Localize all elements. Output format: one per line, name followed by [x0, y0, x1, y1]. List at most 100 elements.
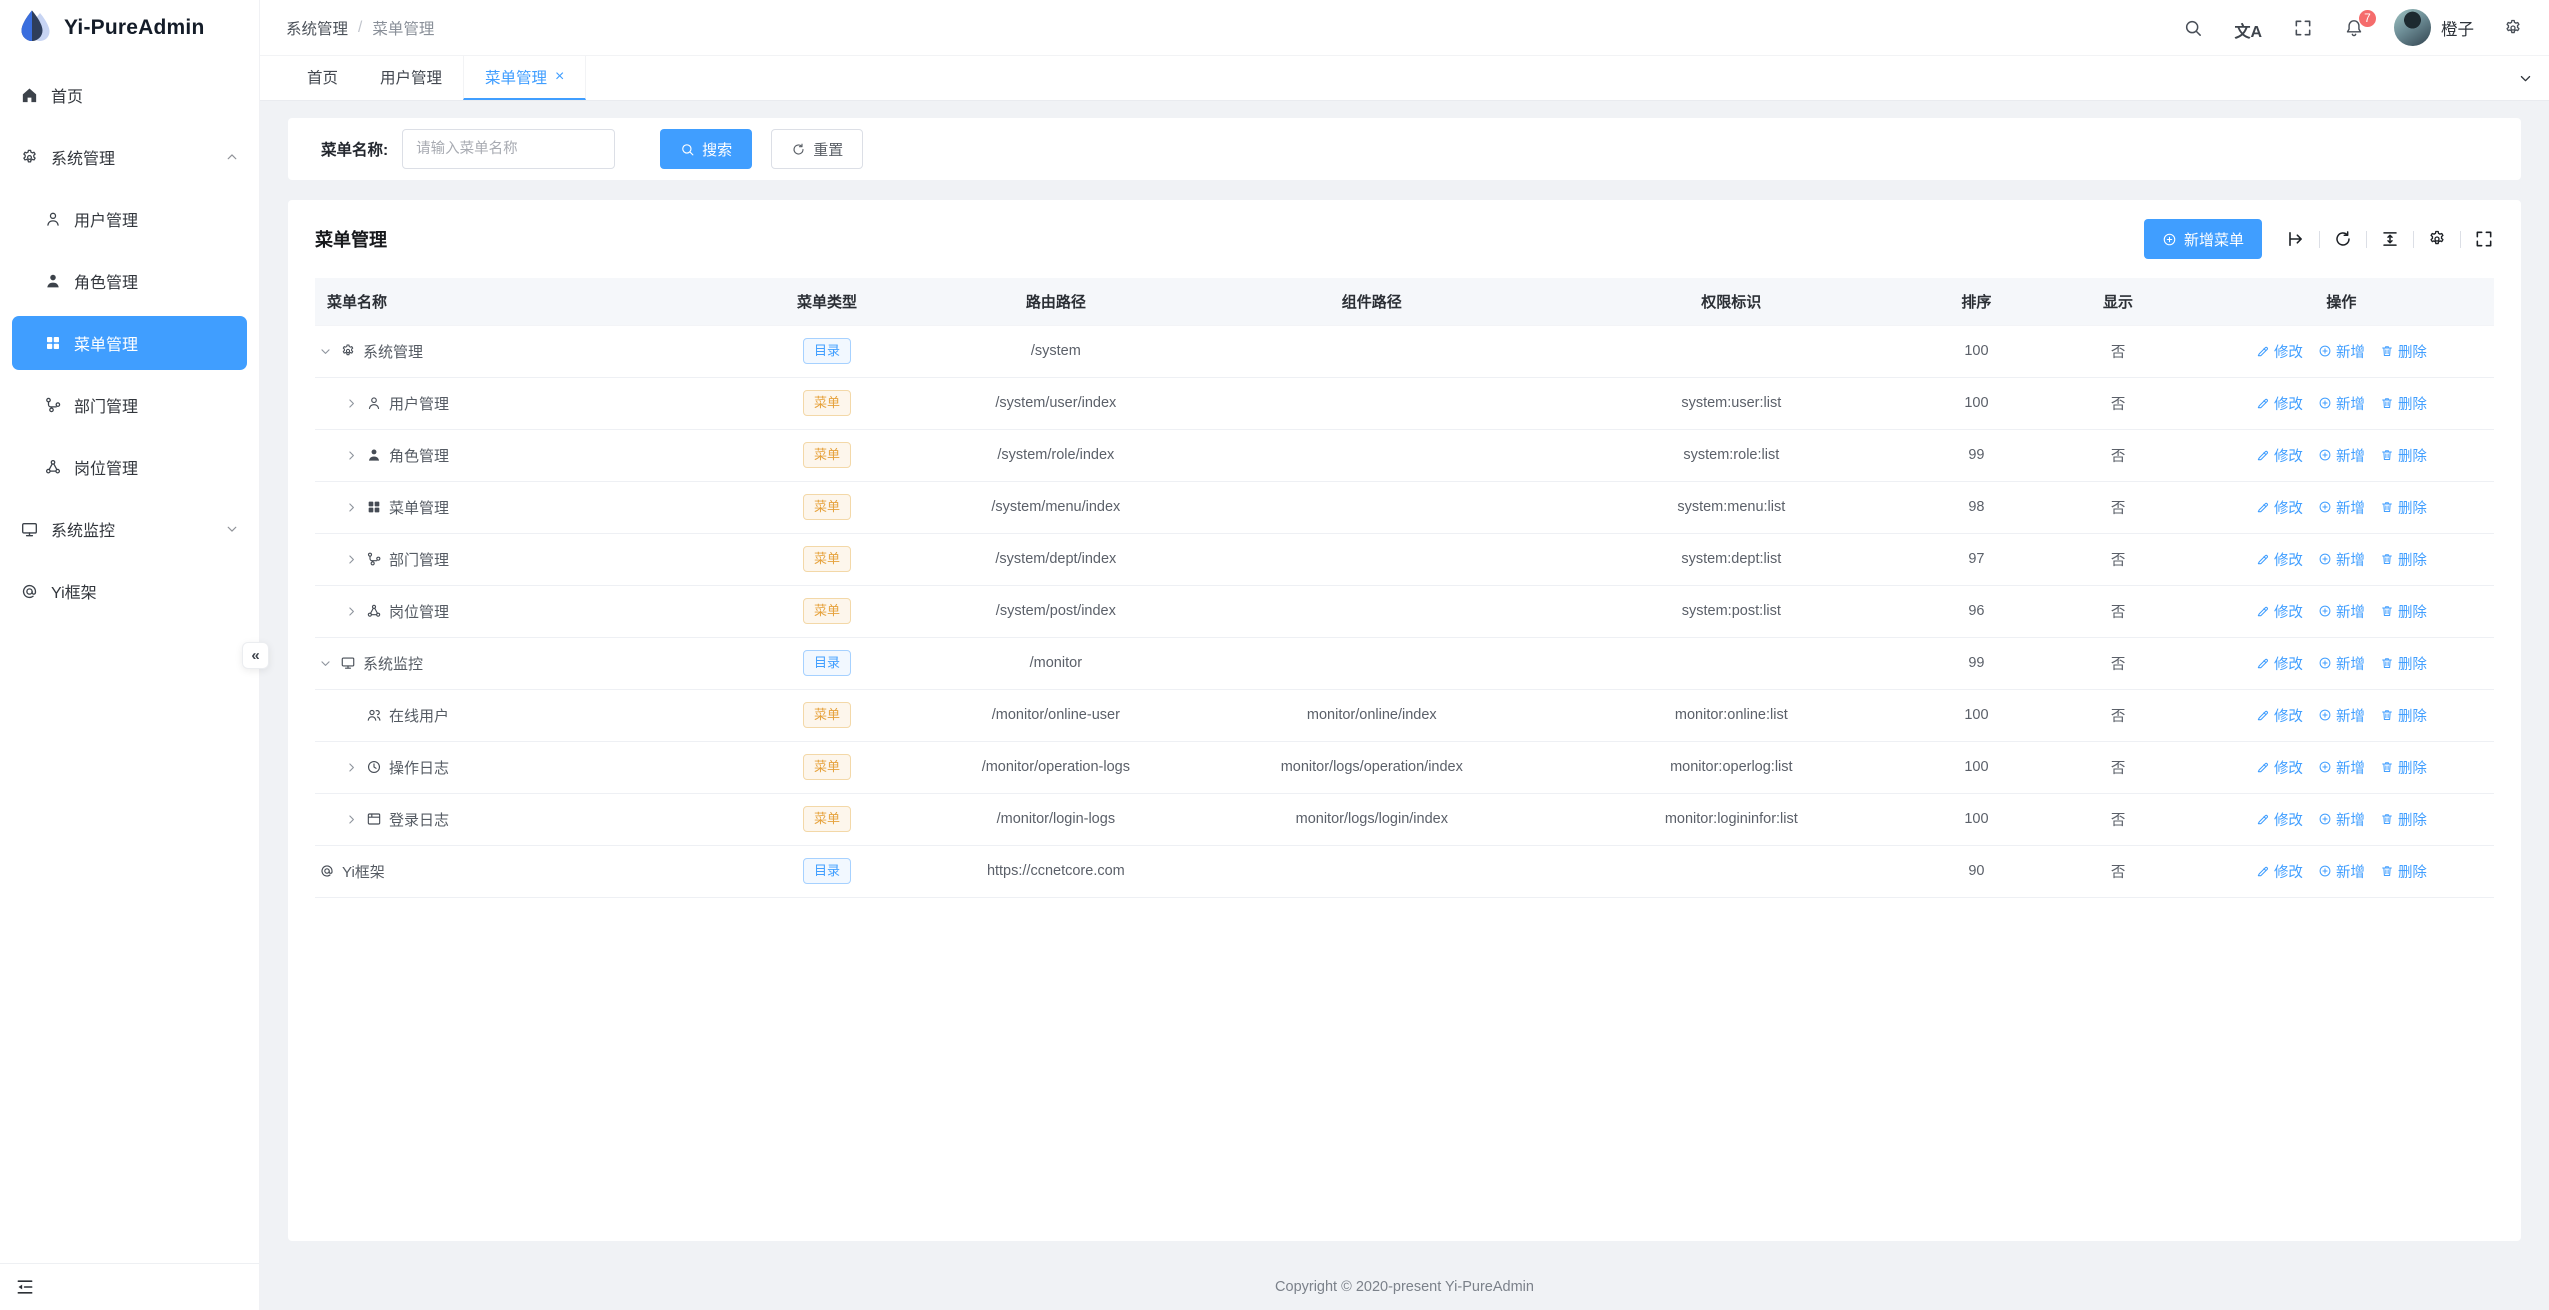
topbar-actions: 文A 7 橙子: [2152, 9, 2523, 46]
sidebar-item-home[interactable]: 首页: [0, 64, 259, 126]
search-submit-button[interactable]: 搜索: [660, 129, 752, 169]
trash-icon: [2380, 500, 2394, 514]
trash-icon: [2380, 344, 2394, 358]
tab-menus[interactable]: 菜单管理 ×: [463, 56, 586, 100]
expand-arrow-icon[interactable]: [345, 761, 358, 774]
tab-options-button[interactable]: [2501, 56, 2549, 100]
trash-icon: [2380, 656, 2394, 670]
menu-name-cell: 登录日志: [315, 809, 729, 830]
monitor-icon: [20, 520, 39, 539]
edit-link[interactable]: 修改: [2256, 757, 2303, 778]
row-density-icon[interactable]: [2380, 229, 2400, 249]
delete-link[interactable]: 删除: [2380, 653, 2427, 674]
edit-link[interactable]: 修改: [2256, 809, 2303, 830]
add-link[interactable]: 新增: [2318, 653, 2365, 674]
notifications-button[interactable]: 7: [2344, 18, 2364, 38]
delete-link[interactable]: 删除: [2380, 393, 2427, 414]
table-fullscreen-icon[interactable]: [2474, 229, 2494, 249]
tab-home[interactable]: 首页: [286, 56, 359, 100]
expand-arrow-icon[interactable]: [345, 449, 358, 462]
add-link[interactable]: 新增: [2318, 809, 2365, 830]
delete-link[interactable]: 删除: [2380, 757, 2427, 778]
col-permission: 权限标识: [1557, 278, 1906, 325]
add-link[interactable]: 新增: [2318, 757, 2365, 778]
expand-arrow-icon[interactable]: [345, 605, 358, 618]
expand-arrow-icon[interactable]: [345, 501, 358, 514]
table-row: 角色管理 菜单 /system/role/index system:role:l…: [315, 429, 2494, 481]
edit-link[interactable]: 修改: [2256, 653, 2303, 674]
edit-link[interactable]: 修改: [2256, 861, 2303, 882]
reset-button[interactable]: 重置: [771, 129, 863, 169]
edit-link[interactable]: 修改: [2256, 705, 2303, 726]
expand-arrow-icon[interactable]: [345, 553, 358, 566]
expand-arrow-icon[interactable]: [319, 345, 332, 358]
sidebar-item-yi-framework[interactable]: Yi框架: [0, 560, 259, 622]
menu-name-input[interactable]: [402, 129, 615, 169]
sidebar-item-system[interactable]: 系统管理: [0, 126, 259, 188]
plus-circle-icon: [2318, 344, 2332, 358]
logo[interactable]: Yi-PureAdmin: [0, 0, 259, 56]
sidebar-item-depts[interactable]: 部门管理: [0, 374, 259, 436]
delete-link[interactable]: 删除: [2380, 445, 2427, 466]
expand-arrow-icon[interactable]: [345, 397, 358, 410]
expand-arrow-icon[interactable]: [319, 657, 332, 670]
avatar[interactable]: [2394, 9, 2431, 46]
settings-button[interactable]: [2503, 18, 2523, 38]
breadcrumb-item[interactable]: 系统管理: [286, 17, 348, 39]
row-actions: 修改 新增 删除: [2189, 601, 2494, 622]
edit-icon: [2256, 552, 2270, 566]
menu-name-cell: 系统管理: [315, 341, 729, 362]
search-button[interactable]: [2183, 18, 2203, 38]
delete-link[interactable]: 删除: [2380, 497, 2427, 518]
collapse-sidebar-icon[interactable]: [15, 1277, 35, 1297]
sidebar-collapse-button[interactable]: «: [242, 642, 269, 669]
route-cell: /system/user/index: [925, 377, 1186, 429]
fullscreen-button[interactable]: [2293, 18, 2313, 38]
edit-link[interactable]: 修改: [2256, 497, 2303, 518]
delete-link[interactable]: 删除: [2380, 549, 2427, 570]
delete-link[interactable]: 删除: [2380, 809, 2427, 830]
expand-arrow-icon[interactable]: [345, 813, 358, 826]
edit-link[interactable]: 修改: [2256, 601, 2303, 622]
edit-link[interactable]: 修改: [2256, 341, 2303, 362]
table-row: 登录日志 菜单 /monitor/login-logs monitor/logs…: [315, 793, 2494, 845]
edit-link[interactable]: 修改: [2256, 393, 2303, 414]
tab-users[interactable]: 用户管理: [359, 56, 463, 100]
translate-button[interactable]: 文A: [2234, 18, 2262, 38]
delete-link[interactable]: 删除: [2380, 861, 2427, 882]
add-link[interactable]: 新增: [2318, 341, 2365, 362]
column-settings-icon[interactable]: [2427, 229, 2447, 249]
delete-link[interactable]: 删除: [2380, 341, 2427, 362]
plus-circle-icon: [2318, 500, 2332, 514]
row-actions: 修改 新增 删除: [2189, 445, 2494, 466]
sidebar-item-roles[interactable]: 角色管理: [0, 250, 259, 312]
type-tag: 目录: [803, 338, 851, 364]
user-name[interactable]: 橙子: [2441, 16, 2474, 40]
add-link[interactable]: 新增: [2318, 601, 2365, 622]
add-link[interactable]: 新增: [2318, 497, 2365, 518]
edit-link[interactable]: 修改: [2256, 445, 2303, 466]
add-link[interactable]: 新增: [2318, 393, 2365, 414]
perm-cell: [1557, 637, 1906, 689]
expand-all-icon[interactable]: [2286, 229, 2306, 249]
sidebar-item-users[interactable]: 用户管理: [0, 188, 259, 250]
add-link[interactable]: 新增: [2318, 861, 2365, 882]
sort-cell: 100: [1906, 741, 2048, 793]
type-tag: 目录: [803, 650, 851, 676]
add-link[interactable]: 新增: [2318, 549, 2365, 570]
add-menu-button[interactable]: 新增菜单: [2144, 219, 2262, 259]
add-link[interactable]: 新增: [2318, 445, 2365, 466]
delete-link[interactable]: 删除: [2380, 705, 2427, 726]
show-cell: 否: [2047, 377, 2189, 429]
type-tag: 目录: [803, 858, 851, 884]
sidebar-item-monitor[interactable]: 系统监控: [0, 498, 259, 560]
add-link[interactable]: 新增: [2318, 705, 2365, 726]
perm-cell: monitor:online:list: [1557, 689, 1906, 741]
sidebar-item-menus[interactable]: 菜单管理: [12, 316, 247, 370]
row-actions: 修改 新增 删除: [2189, 497, 2494, 518]
edit-link[interactable]: 修改: [2256, 549, 2303, 570]
refresh-table-icon[interactable]: [2333, 229, 2353, 249]
delete-link[interactable]: 删除: [2380, 601, 2427, 622]
close-tab-icon[interactable]: ×: [555, 69, 564, 85]
sidebar-item-posts[interactable]: 岗位管理: [0, 436, 259, 498]
